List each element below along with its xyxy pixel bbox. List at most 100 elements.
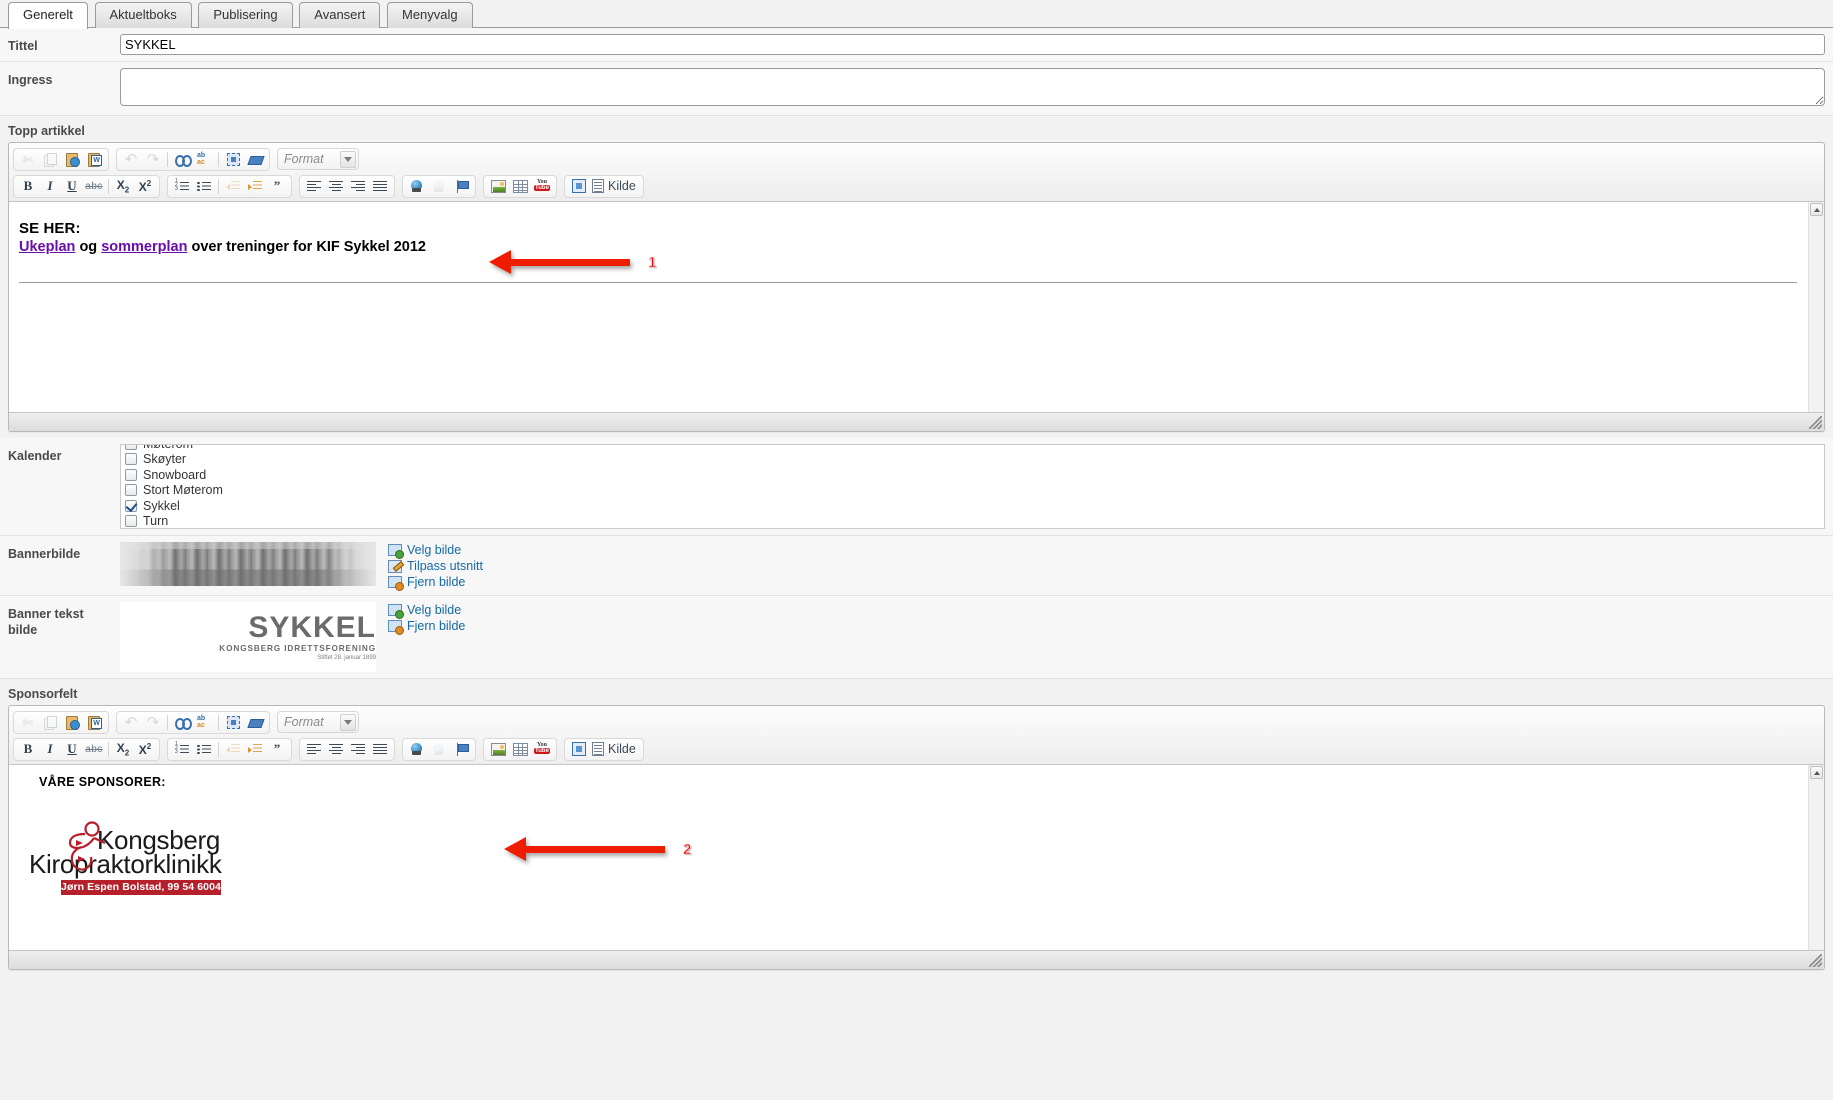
strikethrough-icon[interactable]: abc: [84, 740, 104, 759]
format-dropdown[interactable]: Format: [277, 148, 359, 170]
subscript-icon[interactable]: X2: [113, 740, 133, 759]
fjern-bilde-button[interactable]: Fjern bilde: [388, 575, 483, 591]
tilpass-utsnitt-button[interactable]: Tilpass utsnitt: [388, 559, 483, 573]
copy-icon[interactable]: [40, 150, 60, 169]
unlink-icon[interactable]: [429, 740, 449, 759]
kalender-checkbox-sykkel[interactable]: [125, 499, 137, 512]
undo-icon[interactable]: ↶: [121, 150, 141, 169]
templates-icon[interactable]: [569, 177, 589, 196]
checkbox-row[interactable]: Skøyter: [125, 452, 1824, 468]
italic-icon[interactable]: I: [40, 740, 60, 759]
align-center-icon[interactable]: [326, 177, 346, 196]
editor-resize-handle-topp[interactable]: [1809, 416, 1822, 429]
image-icon[interactable]: [488, 177, 508, 196]
editor-body-sponsor[interactable]: VÅRE SPONSORER: Kongsberg Kiropraktorkli…: [9, 765, 1824, 950]
redo-icon[interactable]: ↷: [143, 150, 163, 169]
kalender-checkbox-turn[interactable]: [125, 515, 137, 528]
replace-icon[interactable]: ab ac: [194, 713, 214, 732]
underline-icon[interactable]: U: [62, 177, 82, 196]
find-icon[interactable]: [172, 150, 192, 169]
bulleted-list-icon[interactable]: [194, 740, 214, 759]
superscript-icon[interactable]: X2: [135, 177, 155, 196]
underline-icon[interactable]: U: [62, 740, 82, 759]
select-all-icon[interactable]: [223, 713, 243, 732]
ingress-textarea[interactable]: [120, 68, 1825, 106]
editor-content-sponsor[interactable]: VÅRE SPONSORER: Kongsberg Kiropraktorkli…: [9, 775, 1807, 950]
image-icon[interactable]: [488, 740, 508, 759]
cut-icon[interactable]: ✄: [18, 150, 38, 169]
select-all-icon[interactable]: [223, 150, 243, 169]
link-ukeplan[interactable]: Ukeplan: [19, 239, 75, 255]
table-icon[interactable]: [510, 177, 530, 196]
paste-icon[interactable]: [62, 713, 82, 732]
bold-icon[interactable]: B: [18, 177, 38, 196]
indent-icon[interactable]: [245, 740, 265, 759]
kalender-checkbox-moterom[interactable]: [125, 445, 137, 450]
strikethrough-icon[interactable]: abc: [84, 177, 104, 196]
editor-resize-handle-sponsor[interactable]: [1809, 954, 1822, 967]
italic-icon[interactable]: I: [40, 177, 60, 196]
editor-body-topp[interactable]: SE HER: Ukeplan og sommerplan over treni…: [9, 202, 1824, 412]
kalender-checkbox-snowboard[interactable]: [125, 468, 137, 481]
replace-icon[interactable]: ab ac: [194, 150, 214, 169]
redo-icon[interactable]: ↷: [143, 713, 163, 732]
checkbox-row[interactable]: Turn: [125, 514, 1824, 528]
checkbox-row[interactable]: Snowboard: [125, 467, 1824, 483]
paste-icon[interactable]: [62, 150, 82, 169]
outdent-icon[interactable]: [223, 740, 243, 759]
copy-icon[interactable]: [40, 713, 60, 732]
align-center-icon[interactable]: [326, 740, 346, 759]
anchor-flag-icon[interactable]: [451, 177, 471, 196]
blockquote-icon[interactable]: ”: [267, 740, 287, 759]
outdent-icon[interactable]: [223, 177, 243, 196]
format-dropdown-2[interactable]: Format: [277, 711, 359, 733]
link-sommerplan[interactable]: sommerplan: [101, 239, 187, 255]
paste-from-word-icon[interactable]: [84, 150, 104, 169]
link-icon[interactable]: [407, 177, 427, 196]
anchor-flag-icon[interactable]: [451, 740, 471, 759]
source-button[interactable]: Kilde: [590, 179, 640, 193]
paste-from-word-icon[interactable]: [84, 713, 104, 732]
editor-content-topp[interactable]: SE HER: Ukeplan og sommerplan over treni…: [9, 202, 1807, 412]
align-justify-icon[interactable]: [370, 177, 390, 196]
velg-bilde-button-2[interactable]: Velg bilde: [388, 603, 465, 619]
tab-generelt[interactable]: Generelt: [8, 2, 88, 29]
numbered-list-icon[interactable]: [172, 740, 192, 759]
checkbox-row[interactable]: Stort Møterom: [125, 483, 1824, 499]
scroll-up-icon[interactable]: [1810, 766, 1823, 779]
tab-avansert[interactable]: Avansert: [299, 2, 381, 28]
remove-format-icon[interactable]: [245, 713, 265, 732]
bold-icon[interactable]: B: [18, 740, 38, 759]
tab-publisering[interactable]: Publisering: [198, 2, 293, 28]
editor-scrollbar-topp[interactable]: [1808, 202, 1824, 412]
velg-bilde-button[interactable]: Velg bilde: [388, 543, 483, 559]
find-icon[interactable]: [172, 713, 192, 732]
indent-icon[interactable]: [245, 177, 265, 196]
bulleted-list-icon[interactable]: [194, 177, 214, 196]
align-right-icon[interactable]: [348, 177, 368, 196]
kalender-checkbox-skoyter[interactable]: [125, 453, 137, 466]
align-justify-icon[interactable]: [370, 740, 390, 759]
align-left-icon[interactable]: [304, 740, 324, 759]
kalender-checkbox-stort-moterom[interactable]: [125, 484, 137, 497]
unlink-icon[interactable]: [429, 177, 449, 196]
remove-format-icon[interactable]: [245, 150, 265, 169]
tittel-input[interactable]: [120, 34, 1825, 55]
kalender-list[interactable]: Møterom Skøyter Snowboard Stort Møterom …: [120, 444, 1825, 529]
tab-menyvalg[interactable]: Menyvalg: [386, 2, 473, 28]
table-icon[interactable]: [510, 740, 530, 759]
youtube-icon[interactable]: You Tube: [532, 740, 552, 759]
link-icon[interactable]: [407, 740, 427, 759]
editor-scrollbar-sponsor[interactable]: [1808, 765, 1824, 950]
cut-icon[interactable]: ✄: [18, 713, 38, 732]
fjern-bilde-button-2[interactable]: Fjern bilde: [388, 619, 465, 635]
templates-icon[interactable]: [569, 740, 589, 759]
superscript-icon[interactable]: X2: [135, 740, 155, 759]
undo-icon[interactable]: ↶: [121, 713, 141, 732]
youtube-icon[interactable]: You Tube: [532, 177, 552, 196]
checkbox-row[interactable]: Møterom: [125, 445, 1824, 452]
blockquote-icon[interactable]: ”: [267, 177, 287, 196]
align-left-icon[interactable]: [304, 177, 324, 196]
scroll-up-icon[interactable]: [1810, 203, 1823, 216]
tab-aktueltboks[interactable]: Aktueltboks: [94, 2, 192, 28]
